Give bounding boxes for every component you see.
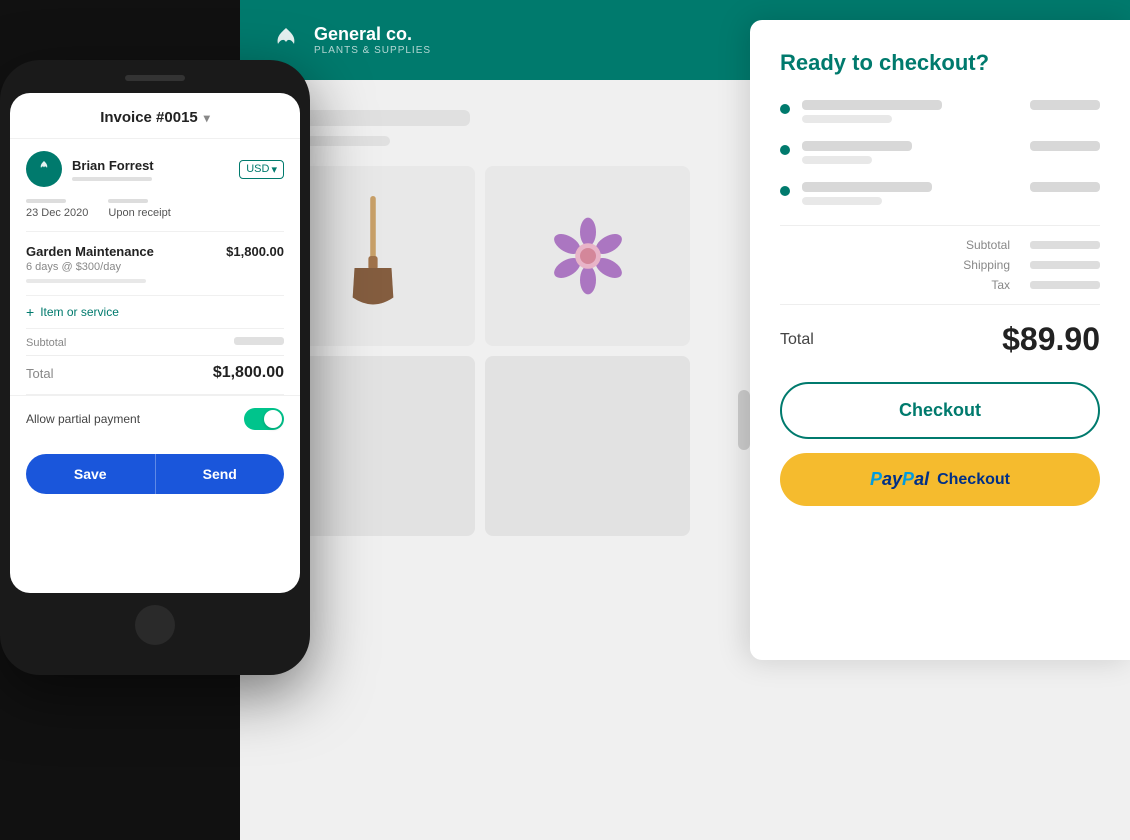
logo-icon xyxy=(270,24,302,56)
avatar xyxy=(26,151,62,187)
paypal-checkout-label: Checkout xyxy=(937,471,1010,489)
modal-total-label: Total xyxy=(780,331,814,349)
item-name-bar xyxy=(802,141,912,151)
partial-payment-toggle[interactable] xyxy=(244,408,284,430)
paypal-checkout-button[interactable]: PayPal Checkout xyxy=(780,453,1100,506)
phone-screen: Invoice #0015 ▾ Brian Forrest USD ▾ xyxy=(10,93,300,593)
line-item-row: Garden Maintenance $1,800.00 xyxy=(26,244,284,259)
product-grid xyxy=(270,166,690,536)
line-item-desc: 6 days @ $300/day xyxy=(26,261,284,273)
line-items: Garden Maintenance $1,800.00 6 days @ $3… xyxy=(10,232,300,295)
item-price-bar xyxy=(1030,141,1100,151)
shipping-bar xyxy=(1030,261,1100,269)
save-button[interactable]: Save xyxy=(26,454,155,494)
modal-total-value: $89.90 xyxy=(1002,321,1100,358)
avatar-icon xyxy=(34,159,54,179)
phone-container: Invoice #0015 ▾ Brian Forrest USD ▾ xyxy=(0,60,320,675)
bullet-icon xyxy=(780,104,790,114)
item-sub-bar xyxy=(802,156,872,164)
modal-subtotals: Subtotal Shipping Tax xyxy=(780,225,1100,292)
item-name-bar xyxy=(802,100,942,110)
currency-badge[interactable]: USD ▾ xyxy=(239,160,284,179)
line-item-bar xyxy=(26,279,146,283)
item-price-bar xyxy=(1030,182,1100,192)
date-due: Upon receipt xyxy=(108,199,170,219)
scroll-indicator[interactable] xyxy=(738,390,750,450)
date-due-label-bar xyxy=(108,199,148,203)
client-row: Brian Forrest USD ▾ xyxy=(10,139,300,199)
phone-home-button[interactable] xyxy=(135,605,175,645)
date-issued: 23 Dec 2020 xyxy=(26,199,88,219)
item-name-bar xyxy=(802,182,932,192)
subtotal-summary-label: Subtotal xyxy=(966,238,1010,252)
phone-device: Invoice #0015 ▾ Brian Forrest USD ▾ xyxy=(0,60,310,675)
phone-speaker xyxy=(125,75,185,81)
subtotal-bar xyxy=(234,337,284,345)
subtotal-summary-row: Subtotal xyxy=(780,238,1100,252)
totals-section: Subtotal Total $1,800.00 xyxy=(10,329,300,394)
chevron-down-icon[interactable]: ▾ xyxy=(204,111,210,125)
company-subtitle: PLANTS & SUPPLIES xyxy=(314,45,431,56)
subtotal-row: Subtotal xyxy=(26,337,284,349)
modal-total-row: Total $89.90 xyxy=(780,304,1100,358)
chevron-icon: ▾ xyxy=(271,163,277,176)
paypal-icon: PayPal xyxy=(870,469,929,490)
send-button[interactable]: Send xyxy=(155,454,285,494)
shovel-icon xyxy=(333,196,413,316)
item-sub-bar xyxy=(802,115,892,123)
product-card-4[interactable] xyxy=(485,356,690,536)
list-item xyxy=(780,100,1100,123)
dates-row: 23 Dec 2020 Upon receipt xyxy=(10,199,300,231)
company-info: General co. PLANTS & SUPPLIES xyxy=(314,24,431,56)
bullet-icon xyxy=(780,145,790,155)
total-row: Total $1,800.00 xyxy=(26,355,284,386)
product-card-flower[interactable] xyxy=(485,166,690,346)
tax-label: Tax xyxy=(991,278,1010,292)
date-label-bar xyxy=(26,199,66,203)
subtotal-summary-bar xyxy=(1030,241,1100,249)
shipping-label: Shipping xyxy=(963,258,1010,272)
list-item xyxy=(780,182,1100,205)
company-name: General co. xyxy=(314,24,431,45)
tax-bar xyxy=(1030,281,1100,289)
item-price-bar xyxy=(1030,100,1100,110)
partial-payment-row: Allow partial payment xyxy=(10,395,300,442)
item-detail xyxy=(802,182,1018,205)
partial-label: Allow partial payment xyxy=(26,412,140,426)
plus-icon: + xyxy=(26,304,34,320)
item-detail xyxy=(802,100,1018,123)
invoice-header: Invoice #0015 ▾ xyxy=(10,93,300,139)
item-list xyxy=(780,100,1100,205)
checkout-button[interactable]: Checkout xyxy=(780,382,1100,439)
client-bar xyxy=(72,177,152,181)
flower-icon xyxy=(548,216,628,296)
client-name: Brian Forrest xyxy=(72,158,229,173)
invoice-title: Invoice #0015 ▾ xyxy=(26,109,284,126)
item-detail xyxy=(802,141,1018,164)
toggle-knob xyxy=(264,410,282,428)
shipping-row: Shipping xyxy=(780,258,1100,272)
checkout-modal: Ready to checkout? xyxy=(750,20,1130,660)
client-info: Brian Forrest xyxy=(72,158,229,181)
phone-actions: Save Send xyxy=(10,442,300,506)
modal-title: Ready to checkout? xyxy=(780,50,1100,76)
item-sub-bar xyxy=(802,197,882,205)
list-item xyxy=(780,141,1100,164)
bullet-icon xyxy=(780,186,790,196)
add-item-row[interactable]: + Item or service xyxy=(10,296,300,328)
tax-row: Tax xyxy=(780,278,1100,292)
